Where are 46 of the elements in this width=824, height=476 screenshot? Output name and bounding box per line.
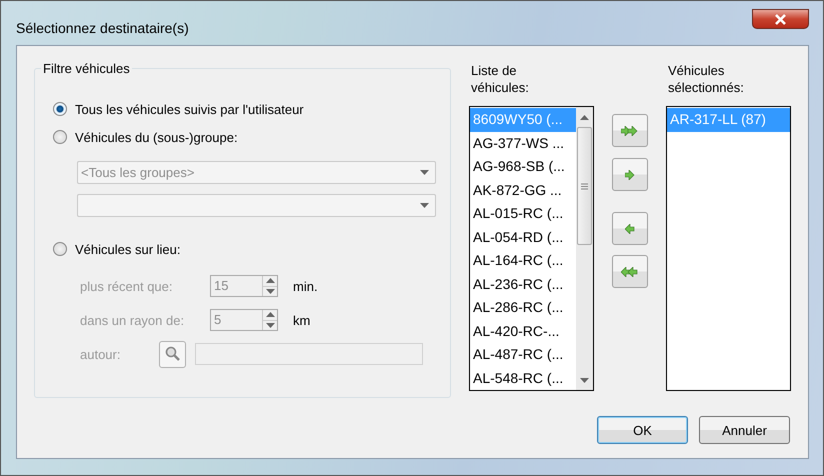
list-item[interactable]: AG-968-SB (... [470,155,576,178]
double-right-arrow-icon [621,126,639,136]
transfer-button[interactable] [612,255,648,288]
dialog-button[interactable]: OK [597,416,688,444]
spin-up-icon[interactable] [266,278,274,284]
right-arrow-icon [625,170,635,180]
transfer-button[interactable] [612,212,648,245]
scrollbar-thumb[interactable] [577,127,592,245]
list-item[interactable]: AL-164-RC (... [470,249,576,272]
list-item[interactable]: AL-286-RC (... [470,296,576,320]
double-left-arrow-icon [621,266,639,276]
unit-label: min. [293,278,318,294]
list-item[interactable]: AL-420-RC-... [470,320,576,343]
window-title: Sélectionnez destinataire(s) [16,20,189,36]
list-item[interactable]: AG-377-WS ... [470,132,576,155]
list-title: Véhicules sélectionnés: [667,62,745,97]
field-label: autour: [80,346,120,362]
list-item[interactable]: AL-015-RC (... [470,202,576,226]
field-label: dans un rayon de: [80,312,186,328]
left-arrow-icon [625,224,635,234]
transfer-button[interactable] [612,158,648,191]
list-title: Liste de véhicules: [470,62,530,97]
grip-icon [581,182,588,190]
dialog-button[interactable]: Annuler [699,416,790,444]
group-title: Filtre véhicules [41,61,132,76]
list-item[interactable]: AK-872-GG ... [470,178,576,202]
list-item[interactable]: AL-487-RC (... [470,343,576,366]
list-item[interactable]: AL-236-RC (... [470,272,576,296]
field-label: plus récent que: [80,278,174,294]
search-icon [164,346,181,362]
radio-label[interactable]: Véhicules sur lieu: [75,242,180,256]
scroll-down-icon[interactable] [580,378,589,382]
radio-button[interactable] [53,130,67,144]
radio-label[interactable]: Tous les véhicules suivis par l'utilisateur [75,102,304,116]
scrollbar[interactable] [576,107,593,390]
spin-up-icon[interactable] [266,312,274,318]
close-icon [774,14,787,24]
unit-label: km [293,312,310,328]
list-item[interactable]: AL-054-RD (... [470,226,576,249]
close-button[interactable] [752,9,809,29]
radio-button[interactable] [53,102,67,116]
radio-label[interactable]: Véhicules du (sous-)groupe: [75,130,238,144]
list-item[interactable]: AL-548-RC (... [470,366,576,390]
scroll-up-icon[interactable] [580,114,589,120]
transfer-button[interactable] [612,114,648,147]
radio-button[interactable] [53,242,67,256]
